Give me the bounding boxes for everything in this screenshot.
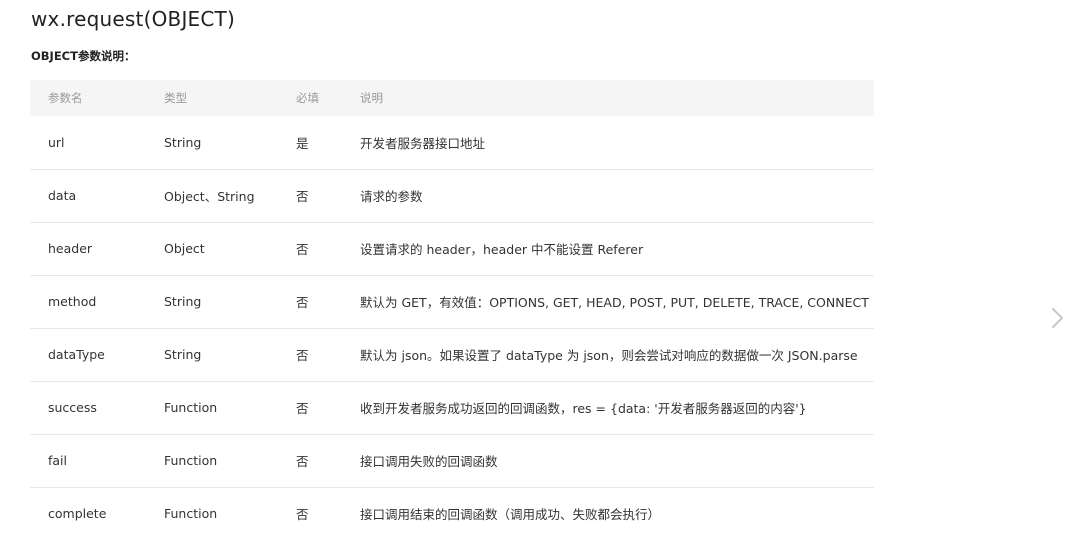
chevron-right-icon — [1052, 308, 1063, 328]
cell-param-name: data — [48, 188, 77, 203]
cell-description: 接口调用结束的回调函数（调用成功、失败都会执行） — [360, 507, 661, 523]
table-row: url String 是 开发者服务器接口地址 — [30, 116, 874, 169]
table-row: data Object、String 否 请求的参数 — [30, 169, 874, 222]
cell-required: 否 — [296, 189, 309, 204]
header-param-name: 参数名 — [48, 91, 83, 105]
cell-type: String — [164, 347, 202, 362]
table-row: fail Function 否 接口调用失败的回调函数 — [30, 434, 874, 487]
header-description: 说明 — [360, 91, 383, 105]
table-row: header Object 否 设置请求的 header，header 中不能设… — [30, 222, 874, 275]
table-row: dataType String 否 默认为 json。如果设置了 dataTyp… — [30, 328, 874, 381]
next-page-button[interactable] — [1047, 304, 1069, 332]
cell-required: 否 — [296, 242, 309, 257]
cell-param-name: complete — [48, 506, 107, 522]
cell-param-name: url — [48, 134, 65, 150]
cell-required: 否 — [296, 348, 309, 363]
cell-description: 收到开发者服务成功返回的回调函数，res = {data: '开发者服务器返回的… — [360, 401, 807, 416]
cell-type: Function — [164, 400, 218, 415]
cell-type: String — [164, 294, 202, 309]
section-subtitle: OBJECT参数说明： — [31, 49, 136, 63]
cell-type: Object、String — [164, 189, 255, 204]
parameter-table: 参数名 类型 必填 说明 url String 是 开发者服务器接口地址 dat… — [30, 80, 874, 540]
cell-required: 否 — [296, 507, 309, 523]
cell-required: 是 — [296, 135, 309, 151]
cell-type: String — [164, 134, 202, 150]
cell-param-name: fail — [48, 453, 68, 468]
cell-required: 否 — [296, 454, 309, 469]
header-type: 类型 — [164, 91, 187, 105]
cell-param-name: dataType — [48, 347, 105, 362]
page-title: wx.request(OBJECT) — [31, 7, 235, 31]
cell-description: 默认为 json。如果设置了 dataType 为 json，则会尝试对响应的数… — [360, 348, 858, 363]
cell-required: 否 — [296, 401, 309, 416]
cell-param-name: header — [48, 241, 93, 256]
table-row: method String 否 默认为 GET，有效值：OPTIONS, GET… — [30, 275, 874, 328]
table-row: complete Function 否 接口调用结束的回调函数（调用成功、失败都… — [30, 487, 874, 540]
cell-type: Object — [164, 241, 205, 256]
table-body: url String 是 开发者服务器接口地址 data Object、Stri… — [30, 116, 874, 540]
table-row: success Function 否 收到开发者服务成功返回的回调函数，res … — [30, 381, 874, 434]
cell-description: 设置请求的 header，header 中不能设置 Referer — [360, 242, 644, 257]
table-header-row: 参数名 类型 必填 说明 — [30, 80, 874, 116]
cell-type: Function — [164, 453, 218, 468]
cell-description: 默认为 GET，有效值：OPTIONS, GET, HEAD, POST, PU… — [360, 295, 869, 310]
cell-required: 否 — [296, 295, 309, 310]
cell-param-name: success — [48, 400, 97, 415]
cell-description: 开发者服务器接口地址 — [360, 135, 486, 151]
header-required: 必填 — [296, 91, 319, 105]
cell-description: 接口调用失败的回调函数 — [360, 454, 498, 469]
cell-param-name: method — [48, 294, 97, 309]
table-header: 参数名 类型 必填 说明 — [30, 80, 874, 116]
cell-type: Function — [164, 506, 218, 522]
cell-description: 请求的参数 — [360, 189, 423, 204]
